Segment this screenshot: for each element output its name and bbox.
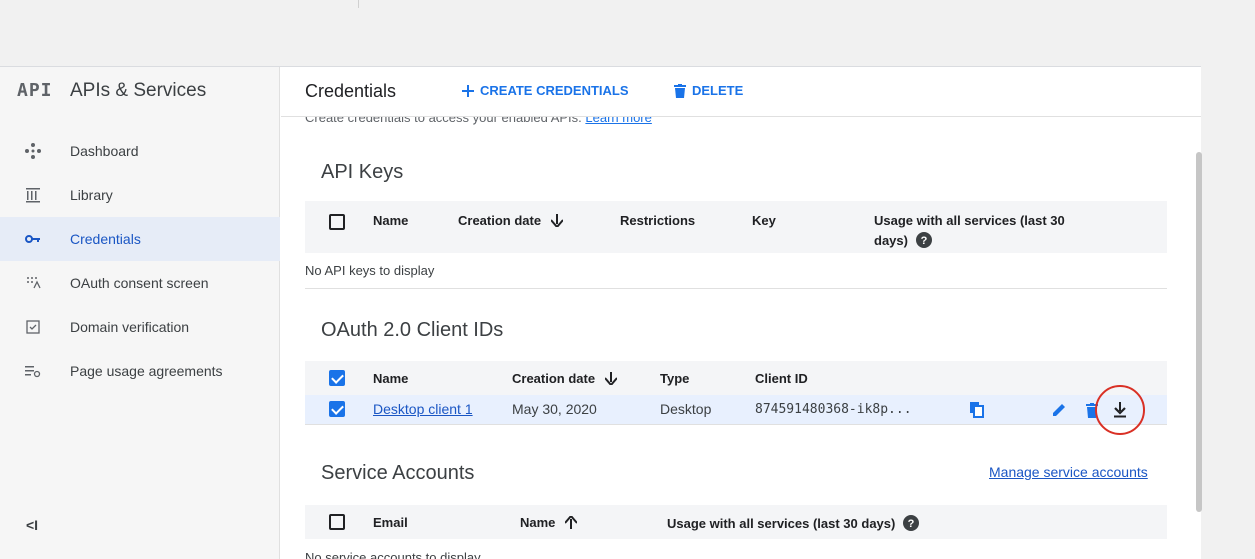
api-keys-empty-row: No API keys to display bbox=[305, 253, 1167, 289]
sidebar-item-credentials[interactable]: Credentials bbox=[0, 217, 280, 261]
page-description: Create credentials to access your enable… bbox=[305, 117, 652, 125]
col-creation-date[interactable]: Creation date bbox=[458, 213, 564, 229]
col-usage[interactable]: Usage with all services (last 30 bbox=[874, 213, 1065, 228]
create-credentials-button[interactable]: CREATE CREDENTIALS bbox=[462, 83, 629, 98]
content-area: Create credentials to access your enable… bbox=[281, 117, 1186, 559]
sidebar-item-library[interactable]: Library bbox=[0, 173, 280, 217]
oauth-row-desktop-client-1[interactable]: Desktop client 1 May 30, 2020 Desktop 87… bbox=[305, 385, 1167, 435]
service-accounts-select-all-checkbox[interactable] bbox=[329, 514, 345, 530]
sidebar-item-label: OAuth consent screen bbox=[70, 275, 209, 291]
oauth-title: OAuth 2.0 Client IDs bbox=[321, 319, 504, 341]
row-checkbox[interactable] bbox=[329, 401, 345, 417]
page-header: Credentials CREATE CREDENTIALS DELETE bbox=[281, 67, 1201, 117]
vertical-scrollbar[interactable] bbox=[1196, 152, 1202, 512]
sidebar-item-label: Page usage agreements bbox=[70, 363, 223, 379]
sidebar-title[interactable]: APIs & Services bbox=[70, 80, 206, 102]
download-highlight-circle bbox=[1095, 385, 1145, 435]
console-app: API APIs & Services Dashboard Library Cr… bbox=[0, 66, 1201, 559]
page-title: Credentials bbox=[305, 81, 397, 101]
api-keys-table-header: Name Creation date Restrictions Key Usag… bbox=[305, 201, 1167, 253]
api-keys-select-all-checkbox[interactable] bbox=[329, 214, 345, 230]
col-usage-cont: days) ? bbox=[874, 232, 932, 248]
delete-button[interactable]: DELETE bbox=[674, 83, 743, 98]
col-email[interactable]: Email bbox=[373, 515, 408, 530]
col-name[interactable]: Name bbox=[373, 213, 408, 228]
plus-icon bbox=[462, 84, 474, 97]
arrow-down-icon bbox=[549, 214, 564, 229]
sidebar: API APIs & Services Dashboard Library Cr… bbox=[0, 67, 280, 559]
page-usage-icon bbox=[24, 362, 42, 380]
col-name[interactable]: Name bbox=[520, 514, 578, 530]
sidebar-item-label: Credentials bbox=[70, 231, 141, 247]
service-accounts-title: Service Accounts bbox=[321, 462, 475, 484]
arrow-down-icon bbox=[603, 372, 618, 387]
sidebar-item-label: Domain verification bbox=[70, 319, 190, 335]
sidebar-header: API APIs & Services bbox=[0, 67, 280, 117]
col-client-id[interactable]: Client ID bbox=[755, 371, 808, 386]
col-type[interactable]: Type bbox=[660, 371, 689, 386]
learn-more-link[interactable]: Learn more bbox=[585, 117, 651, 125]
col-usage[interactable]: Usage with all services (last 30 days) ? bbox=[667, 515, 919, 531]
oauth-table-header: Name Creation date Type Client ID bbox=[305, 361, 1167, 395]
dashboard-icon bbox=[24, 142, 42, 160]
col-name[interactable]: Name bbox=[373, 371, 408, 386]
sidebar-nav: Dashboard Library Credentials OAuth cons… bbox=[0, 129, 280, 393]
collapse-sidebar-icon[interactable]: <I bbox=[26, 517, 38, 533]
library-icon bbox=[24, 186, 42, 204]
sidebar-item-page-usage[interactable]: Page usage agreements bbox=[0, 349, 280, 393]
client-creation-date: May 30, 2020 bbox=[512, 401, 597, 417]
help-icon[interactable]: ? bbox=[902, 515, 919, 531]
client-name-link[interactable]: Desktop client 1 bbox=[373, 401, 473, 417]
service-accounts-table-header: Email Name Usage with all services (last… bbox=[305, 505, 1167, 539]
create-credentials-label: CREATE CREDENTIALS bbox=[480, 83, 629, 98]
client-id-value: 874591480368-ik8p... bbox=[755, 402, 912, 417]
help-icon[interactable]: ? bbox=[915, 232, 932, 248]
sidebar-item-label: Dashboard bbox=[70, 143, 139, 159]
api-logo: API bbox=[17, 80, 53, 101]
api-keys-empty-text: No API keys to display bbox=[305, 263, 435, 278]
trash-icon bbox=[674, 83, 686, 98]
key-icon bbox=[24, 230, 42, 248]
oauth-select-all-checkbox[interactable] bbox=[329, 370, 345, 386]
copy-icon[interactable] bbox=[967, 400, 987, 420]
sidebar-item-domain-verification[interactable]: Domain verification bbox=[0, 305, 280, 349]
main-panel: Credentials CREATE CREDENTIALS DELETE Cr… bbox=[281, 67, 1201, 559]
col-creation-date[interactable]: Creation date bbox=[512, 371, 618, 387]
manage-service-accounts-link[interactable]: Manage service accounts bbox=[989, 464, 1148, 480]
col-key[interactable]: Key bbox=[752, 213, 776, 228]
service-accounts-empty-text: No service accounts to display bbox=[305, 550, 481, 559]
sidebar-item-oauth-consent[interactable]: OAuth consent screen bbox=[0, 261, 280, 305]
client-type: Desktop bbox=[660, 401, 712, 417]
svg-text:?: ? bbox=[920, 235, 927, 247]
svg-text:?: ? bbox=[908, 518, 915, 530]
delete-label: DELETE bbox=[692, 83, 744, 98]
api-keys-title: API Keys bbox=[321, 161, 404, 183]
edit-icon[interactable] bbox=[1049, 400, 1069, 420]
top-gap bbox=[0, 0, 1255, 66]
separator bbox=[358, 0, 359, 8]
col-restrictions[interactable]: Restrictions bbox=[620, 213, 695, 228]
oauth-consent-icon bbox=[24, 274, 42, 292]
sidebar-item-label: Library bbox=[70, 187, 113, 203]
arrow-up-icon bbox=[564, 514, 578, 529]
domain-verification-icon bbox=[24, 318, 42, 336]
sidebar-item-dashboard[interactable]: Dashboard bbox=[0, 129, 280, 173]
